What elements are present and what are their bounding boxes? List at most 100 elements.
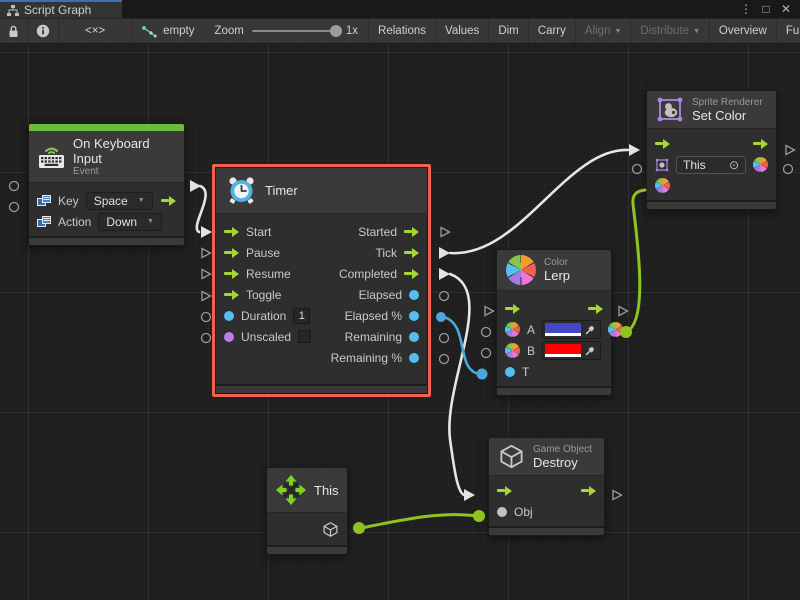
port-label: B [527, 344, 535, 358]
tab-script-graph[interactable]: Script Graph [0, 0, 122, 18]
port-label: Pause [246, 246, 280, 260]
node-footer [497, 386, 611, 395]
this-icon [276, 475, 306, 505]
value-in-port[interactable] [505, 367, 515, 377]
key-dropdown[interactable]: Space ▼ [86, 192, 153, 210]
node-footer [216, 384, 427, 393]
flow-out-port[interactable] [404, 248, 419, 258]
graph-nodes-icon [142, 25, 157, 38]
color-in-port[interactable] [655, 178, 670, 193]
chevron-down-icon: ▼ [138, 197, 145, 204]
port-row-flow [505, 298, 603, 319]
flow-in-port[interactable] [224, 269, 239, 279]
eyedropper-icon[interactable] [585, 345, 596, 356]
flow-in-port[interactable] [224, 290, 239, 300]
selection-outline: Timer Start Started Pause Tick Resume Co… [212, 164, 431, 397]
chevron-down-icon: ▼ [147, 218, 154, 225]
color-out-port[interactable] [753, 157, 768, 172]
port-row: Resume Completed [224, 263, 419, 284]
value-out-port[interactable] [409, 353, 419, 363]
wire-this-to-obj [361, 515, 477, 528]
color-a-field[interactable] [542, 320, 601, 339]
distribute-button[interactable]: Distribute ▼ [630, 19, 709, 43]
carry-button[interactable]: Carry [528, 19, 575, 43]
flow-in-port[interactable] [497, 486, 512, 496]
port-row-t: T [505, 361, 603, 382]
flow-out-port[interactable] [404, 227, 419, 237]
zoom-slider-handle[interactable] [330, 25, 342, 37]
flow-out-port[interactable] [581, 486, 596, 496]
value-out-port[interactable] [409, 332, 419, 342]
window-maximize-icon[interactable]: □ [758, 2, 774, 16]
graph-canvas[interactable]: On Keyboard Input Event Key Space ▼ [0, 44, 800, 600]
dim-button[interactable]: Dim [488, 19, 527, 43]
node-category: Color [544, 257, 570, 268]
port-row: Start Started [224, 221, 419, 242]
game-object-cube-icon[interactable] [322, 521, 339, 538]
flow-out-port[interactable] [588, 304, 603, 314]
window-tabstrip: Script Graph ⋮ □ ✕ [0, 0, 800, 18]
node-on-keyboard-input[interactable]: On Keyboard Input Event Key Space ▼ [28, 123, 185, 246]
target-object-field[interactable]: This ⊙ [676, 156, 746, 174]
port-label: Duration [241, 309, 286, 323]
duration-input[interactable]: 1 [293, 308, 310, 324]
node-this[interactable]: This [266, 467, 348, 555]
node-footer [267, 545, 347, 554]
node-footer [647, 200, 776, 209]
node-set-color[interactable]: Sprite Renderer Set Color This ⊙ [646, 90, 777, 210]
port-row: Unscaled Remaining [224, 326, 419, 347]
node-color-lerp[interactable]: Color Lerp A [496, 249, 612, 396]
lock-button[interactable] [0, 19, 28, 43]
port-row: Duration 1 Elapsed % [224, 305, 419, 326]
event-accent-bar [29, 124, 184, 131]
port-row-flow [655, 133, 768, 154]
port-row-b: B [505, 340, 603, 361]
color-port-icon[interactable] [505, 343, 520, 358]
fullscreen-button[interactable]: Full Screen [776, 19, 800, 43]
flow-in-port[interactable] [224, 227, 239, 237]
collapse-button[interactable]: <×> [59, 19, 132, 43]
flow-out-port[interactable] [753, 139, 768, 149]
node-footer [489, 526, 604, 535]
value-in-port[interactable] [497, 507, 507, 517]
port-label: A [527, 323, 535, 337]
flow-out-port[interactable] [161, 196, 176, 206]
node-timer[interactable]: Timer Start Started Pause Tick Resume Co… [215, 167, 428, 394]
value-out-port[interactable] [409, 290, 419, 300]
flow-in-port[interactable] [224, 248, 239, 258]
color-out-port[interactable] [608, 322, 623, 337]
action-dropdown[interactable]: Down ▼ [98, 213, 162, 231]
window-menu-icon[interactable]: ⋮ [738, 2, 754, 16]
value-out-port[interactable] [409, 311, 419, 321]
object-picker-icon[interactable]: ⊙ [729, 158, 739, 172]
value-in-port[interactable] [224, 311, 234, 321]
zoom-slider[interactable] [252, 30, 338, 32]
color-port-icon[interactable] [505, 322, 520, 337]
sprite-renderer-mini-icon[interactable] [655, 158, 669, 172]
window-close-icon[interactable]: ✕ [778, 2, 794, 16]
node-destroy[interactable]: Game Object Destroy Obj [488, 437, 605, 536]
info-icon [36, 24, 50, 38]
flow-out-port[interactable] [404, 269, 419, 279]
value-in-port[interactable] [224, 332, 234, 342]
port-label: Unscaled [241, 330, 291, 344]
port-row: Toggle Elapsed [224, 284, 419, 305]
graph-tab-icon [7, 5, 19, 16]
color-wheel-icon [506, 255, 536, 285]
align-button[interactable]: Align ▼ [575, 19, 631, 43]
wire-completed-to-destroy [449, 274, 469, 495]
info-button[interactable] [28, 19, 59, 43]
eyedropper-icon[interactable] [585, 324, 596, 335]
node-footer [29, 236, 184, 245]
relations-button[interactable]: Relations [368, 19, 435, 43]
flow-in-port[interactable] [655, 139, 670, 149]
port-row-flow [497, 480, 596, 501]
graph-toolbar: <×> empty Zoom 1x Relations Values Dim C… [0, 18, 800, 44]
node-title: Destroy [533, 455, 592, 470]
color-b-field[interactable] [542, 341, 601, 360]
flow-in-port[interactable] [505, 304, 520, 314]
unscaled-checkbox[interactable] [298, 330, 311, 343]
values-button[interactable]: Values [435, 19, 488, 43]
port-row-color-in [655, 175, 768, 196]
overview-button[interactable]: Overview [709, 19, 776, 43]
